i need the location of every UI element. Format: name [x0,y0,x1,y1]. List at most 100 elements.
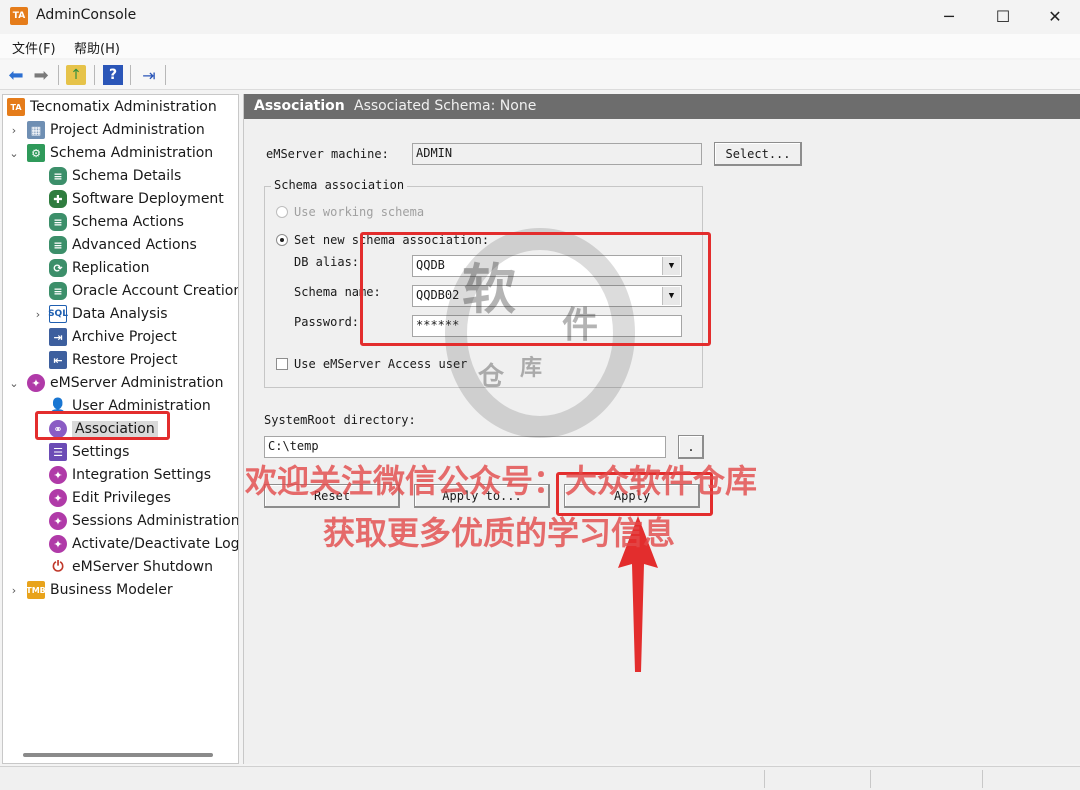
toolbar-separator [165,65,166,85]
tree-item-data-analysis[interactable]: SQL Data Analysis [48,303,168,325]
tree-label: Project Administration [50,122,205,138]
watermark-text-line1: 欢迎关注微信公众号：大众软件仓库 [245,462,758,500]
chevron-right-icon[interactable]: › [7,579,21,601]
emserver-machine-field[interactable]: ADMIN [412,143,702,165]
horizontal-scrollbar[interactable] [23,753,213,757]
database-icon: ≡ [49,167,67,185]
emserver-machine-label: eMServer machine: [266,147,389,161]
tree-item-settings[interactable]: ☰ Settings [49,441,129,463]
annotation-box-schema-fields [360,232,711,346]
sql-icon: SQL [48,305,68,323]
tree-item-business-modeler[interactable]: TMB Business Modeler [26,579,173,601]
tree-item-schema-details[interactable]: ≡ Schema Details [49,165,181,187]
settings-icon: ☰ [49,443,67,461]
close-button[interactable]: ✕ [1030,0,1080,32]
tree-item-edit-privileges[interactable]: ✦ Edit Privileges [49,487,171,509]
seal-char: 仓 [478,362,505,392]
menu-file[interactable]: 文件(F) [12,38,56,57]
tree-label: Business Modeler [50,582,173,598]
tree-item-activate-login[interactable]: ✦ Activate/Deactivate Login [49,533,239,555]
archive-icon: ⇥ [49,328,67,346]
tree-item-advanced-actions[interactable]: ≡ Advanced Actions [49,234,197,256]
emserver-icon: ✦ [27,374,45,392]
annotation-box-association [35,411,170,440]
group-title: Schema association [271,178,408,192]
maximize-button[interactable]: ☐ [978,0,1028,32]
tree-label: Data Analysis [72,306,168,322]
toolbar-separator [94,65,95,85]
systemroot-field[interactable]: C:\temp [264,436,666,458]
tree-label: Activate/Deactivate Login [72,536,239,552]
toolbar-separator [58,65,59,85]
status-bar [0,766,1080,790]
tree-item-oracle-account[interactable]: ≡ Oracle Account Creation [49,280,239,302]
status-separator [982,770,983,788]
tree-label: eMServer Shutdown [72,559,213,575]
tree-item-archive-project[interactable]: ⇥ Archive Project [49,326,177,348]
use-working-schema-radio[interactable] [276,206,288,218]
menu-bar: 文件(F) 帮助(H) [0,34,1080,58]
tree-item-schema-admin[interactable]: ⚙ Schema Administration [27,142,213,164]
select-button[interactable]: Select... [714,142,802,166]
tree-label: Oracle Account Creation [72,283,239,299]
tree-item-integration-settings[interactable]: ✦ Integration Settings [49,464,211,486]
tree-label: Tecnomatix Administration [30,99,217,115]
tree-item-emserver-admin[interactable]: ✦ eMServer Administration [27,372,224,394]
tree-item-restore-project[interactable]: ⇤ Restore Project [49,349,177,371]
ta-icon: TA [7,98,25,116]
use-working-schema-label: Use working schema [294,205,425,219]
use-access-user-checkbox[interactable] [276,358,288,370]
tree-item-replication[interactable]: ⟳ Replication [49,257,149,279]
tree-item-sessions-admin[interactable]: ✦ Sessions Administration [49,510,238,532]
chevron-right-icon[interactable]: › [7,119,21,141]
help-icon[interactable]: ? [103,65,123,85]
exit-door-icon[interactable]: ⇥ [139,65,159,85]
tree-label: Schema Actions [72,214,184,230]
integration-icon: ✦ [49,466,67,484]
panel-title: Association [254,98,345,114]
tree-label: Software Deployment [72,191,224,207]
sessions-icon: ✦ [49,512,67,530]
tree-item-project-admin[interactable]: ▦ Project Administration [27,119,205,141]
systemroot-label: SystemRoot directory: [264,413,416,427]
tree-label: eMServer Administration [50,375,224,391]
set-new-association-radio[interactable] [276,234,288,246]
schema-icon: ⚙ [27,144,45,162]
app-icon: TA [10,7,28,25]
chevron-right-icon[interactable]: › [31,303,45,325]
privileges-icon: ✦ [49,489,67,507]
shutdown-icon: ⏻ [49,558,67,576]
panel-header: Association Associated Schema: None [244,94,1080,119]
tree-label: Schema Administration [50,145,214,161]
tree-label: Advanced Actions [72,237,197,253]
db-alias-label: DB alias: [294,255,360,269]
tree-item-emserver-shutdown[interactable]: ⏻ eMServer Shutdown [49,556,213,578]
tree-item-schema-actions[interactable]: ≡ Schema Actions [49,211,184,233]
password-label: Password: [294,315,360,329]
database-icon: ≡ [49,236,67,254]
seal-char: 库 [520,355,543,381]
tree-label: Archive Project [72,329,177,345]
watermark-text-line2: 获取更多优质的学习信息 [323,514,676,552]
tree-label: Schema Details [72,168,182,184]
panel-subtitle: Associated Schema: None [354,98,537,114]
tree-item-software-deployment[interactable]: ✚ Software Deployment [49,188,224,210]
menu-help[interactable]: 帮助(H) [74,38,120,57]
folder-up-icon[interactable]: ↑ [66,65,86,85]
tree-label: Integration Settings [72,467,212,483]
login-icon: ✦ [49,535,67,553]
restore-icon: ⇤ [49,351,67,369]
replication-icon: ⟳ [49,259,67,277]
minimize-button[interactable]: ─ [924,0,974,32]
back-arrow-icon[interactable]: ⬅ [6,65,26,86]
use-access-user-label: Use eMServer Access user [294,357,468,371]
tree-label: Edit Privileges [72,490,171,506]
forward-arrow-icon[interactable]: ➡ [31,65,51,86]
deploy-icon: ✚ [49,190,67,208]
tree-item-root[interactable]: TA Tecnomatix Administration [7,96,217,118]
toolbar-separator [130,65,131,85]
chevron-down-icon[interactable]: ⌄ [7,142,21,164]
chevron-down-icon[interactable]: ⌄ [7,372,21,394]
status-separator [870,770,871,788]
tree-label: Settings [72,444,130,460]
